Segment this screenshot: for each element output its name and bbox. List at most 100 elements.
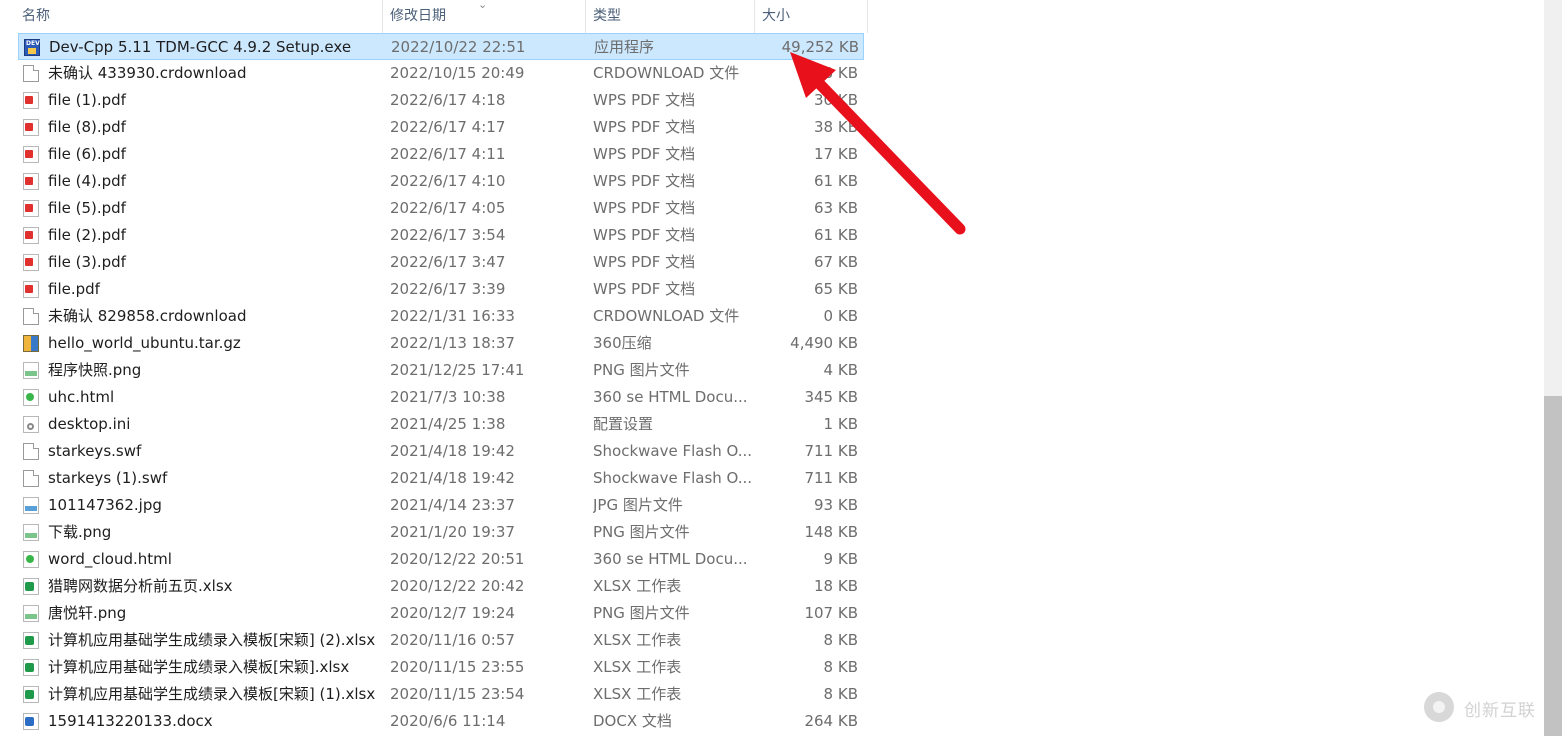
file-modified-date: 2020/12/22 20:42 (390, 577, 525, 595)
file-size: 67 KB (814, 253, 858, 271)
file-name: file (2).pdf (48, 226, 126, 244)
file-row[interactable]: 计算机应用基础学生成绩录入模板[宋颖] (1).xlsx 2020/11/15 2… (18, 681, 864, 708)
file-size: 3,18 KB (799, 64, 858, 82)
xlsx-icon (23, 578, 39, 595)
file-row[interactable]: 101147362.jpg 2021/4/14 23:37 JPG 图片文件 93 K… (18, 492, 864, 519)
pdf-icon (23, 281, 39, 298)
file-name: word_cloud.html (48, 550, 172, 568)
file-size: 148 KB (804, 523, 858, 541)
file-row[interactable]: 未确认 433930.crdownload 2022/10/15 20:49 CRD… (18, 60, 864, 87)
file-row[interactable]: uhc.html 2021/7/3 10:38 360 se HTML Docu..… (18, 384, 864, 411)
file-row[interactable]: 1591413220133.docx 2020/6/6 11:14 DOCX 文档 2… (18, 708, 864, 735)
pdf-icon (23, 119, 39, 136)
file-size: 17 KB (814, 145, 858, 163)
png-icon (23, 362, 39, 379)
docx-icon (23, 713, 39, 730)
file-row[interactable]: starkeys.swf 2021/4/18 19:42 Shockwave Fla… (18, 438, 864, 465)
file-row[interactable]: starkeys (1).swf 2021/4/18 19:42 Shockwave… (18, 465, 864, 492)
file-name: 101147362.jpg (48, 496, 162, 514)
html-icon (23, 389, 39, 406)
pdf-icon (23, 146, 39, 163)
column-header-name[interactable]: 名称 (0, 0, 383, 33)
watermark-logo-icon (1424, 692, 1454, 722)
file-row[interactable]: file (4).pdf 2022/6/17 4:10 WPS PDF 文档 61 K… (18, 168, 864, 195)
file-modified-date: 2022/6/17 4:11 (390, 145, 506, 163)
file-name: 猎聘网数据分析前五页.xlsx (48, 577, 233, 595)
file-size: 711 KB (804, 469, 858, 487)
file-row[interactable]: 唐悦轩.png 2020/12/7 19:24 PNG 图片文件 107 KB (18, 600, 864, 627)
xlsx-icon (23, 686, 39, 703)
file-name: starkeys.swf (48, 442, 142, 460)
file-size: 65 KB (814, 280, 858, 298)
png-icon (23, 524, 39, 541)
file-name: 未确认 433930.crdownload (48, 64, 247, 82)
file-row[interactable]: 未确认 829858.crdownload 2022/1/31 16:33 CRDO… (18, 303, 864, 330)
archive-icon (23, 335, 39, 352)
pdf-icon (23, 92, 39, 109)
file-row[interactable]: file.pdf 2022/6/17 3:39 WPS PDF 文档 65 KB (18, 276, 864, 303)
file-row[interactable]: 下载.png 2021/1/20 19:37 PNG 图片文件 148 KB (18, 519, 864, 546)
file-size: 711 KB (804, 442, 858, 460)
pdf-icon (23, 254, 39, 271)
file-modified-date: 2021/12/25 17:41 (390, 361, 525, 379)
file-name: file (5).pdf (48, 199, 126, 217)
file-size: 1 KB (823, 415, 858, 433)
xlsx-icon (23, 659, 39, 676)
file-name: 1591413220133.docx (48, 712, 213, 730)
file-name: file (6).pdf (48, 145, 126, 163)
html-icon (23, 551, 39, 568)
file-name: 唐悦轩.png (48, 604, 127, 622)
file-modified-date: 2022/6/17 4:18 (390, 91, 506, 109)
file-modified-date: 2021/1/20 19:37 (390, 523, 515, 541)
file-modified-date: 2022/6/17 3:54 (390, 226, 506, 244)
ini-icon (23, 416, 39, 433)
exe-icon (24, 39, 40, 56)
file-icon (23, 308, 39, 325)
file-modified-date: 2020/11/15 23:55 (390, 658, 525, 676)
file-row[interactable]: hello_world_ubuntu.tar.gz 2022/1/13 18:37… (18, 330, 864, 357)
file-size: 18 KB (814, 577, 858, 595)
file-row[interactable]: Dev-Cpp 5.11 TDM-GCC 4.9.2 Setup.exe 2022… (18, 33, 864, 60)
column-header-bar: 名称 ⌄ 修改日期 类型 大小 (0, 0, 868, 33)
file-modified-date: 2022/10/22 22:51 (391, 38, 526, 56)
file-row[interactable]: 猎聘网数据分析前五页.xlsx 2020/12/22 20:42 XLSX 工作表 1… (18, 573, 864, 600)
file-row[interactable]: file (6).pdf 2022/6/17 4:11 WPS PDF 文档 17 K… (18, 141, 864, 168)
file-row[interactable]: file (5).pdf 2022/6/17 4:05 WPS PDF 文档 63 K… (18, 195, 864, 222)
file-size: 345 KB (804, 388, 858, 406)
file-row[interactable]: word_cloud.html 2020/12/22 20:51 360 se HT… (18, 546, 864, 573)
column-header-type[interactable]: 类型 (586, 0, 755, 33)
file-name: 程序快照.png (48, 361, 142, 379)
watermark: 创新互联 (1424, 690, 1542, 726)
file-size: 264 KB (804, 712, 858, 730)
file-row[interactable]: 计算机应用基础学生成绩录入模板[宋颖].xlsx 2020/11/15 23:55… (18, 654, 864, 681)
pdf-icon (23, 227, 39, 244)
file-name: starkeys (1).swf (48, 469, 168, 487)
column-header-type-label: 类型 (593, 8, 621, 24)
file-row[interactable]: file (1).pdf 2022/6/17 4:18 WPS PDF 文档 30 K… (18, 87, 864, 114)
file-row[interactable]: file (3).pdf 2022/6/17 3:47 WPS PDF 文档 67 K… (18, 249, 864, 276)
file-size: 4,490 KB (790, 334, 858, 352)
png-icon (23, 605, 39, 622)
file-modified-date: 2021/4/18 19:42 (390, 469, 515, 487)
file-size: 63 KB (814, 199, 858, 217)
file-name: Dev-Cpp 5.11 TDM-GCC 4.9.2 Setup.exe (49, 38, 352, 56)
file-icon (23, 65, 39, 82)
file-row[interactable]: file (2).pdf 2022/6/17 3:54 WPS PDF 文档 61 K… (18, 222, 864, 249)
column-header-size[interactable]: 大小 (755, 0, 868, 33)
file-size: 38 KB (814, 118, 858, 136)
scrollbar-thumb[interactable] (1544, 396, 1562, 736)
file-modified-date: 2022/6/17 4:17 (390, 118, 506, 136)
file-size: 49,252 KB (781, 38, 859, 56)
file-row[interactable]: desktop.ini 2021/4/25 1:38 配置设置 1 KB (18, 411, 864, 438)
file-size: 9 KB (823, 550, 858, 568)
file-modified-date: 2020/11/16 0:57 (390, 631, 515, 649)
vertical-scrollbar[interactable] (1544, 0, 1562, 736)
file-row[interactable]: 计算机应用基础学生成绩录入模板[宋颖] (2).xlsx 2020/11/16 0… (18, 627, 864, 654)
file-name: 计算机应用基础学生成绩录入模板[宋颖].xlsx (48, 658, 350, 676)
file-row[interactable]: file (8).pdf 2022/6/17 4:17 WPS PDF 文档 38 K… (18, 114, 864, 141)
column-header-modified[interactable]: 修改日期 (383, 0, 586, 33)
file-row[interactable]: 程序快照.png 2021/12/25 17:41 PNG 图片文件 4 KB (18, 357, 864, 384)
file-name: 未确认 829858.crdownload (48, 307, 247, 325)
file-name: file (1).pdf (48, 91, 126, 109)
column-header-modified-label: 修改日期 (390, 8, 446, 24)
